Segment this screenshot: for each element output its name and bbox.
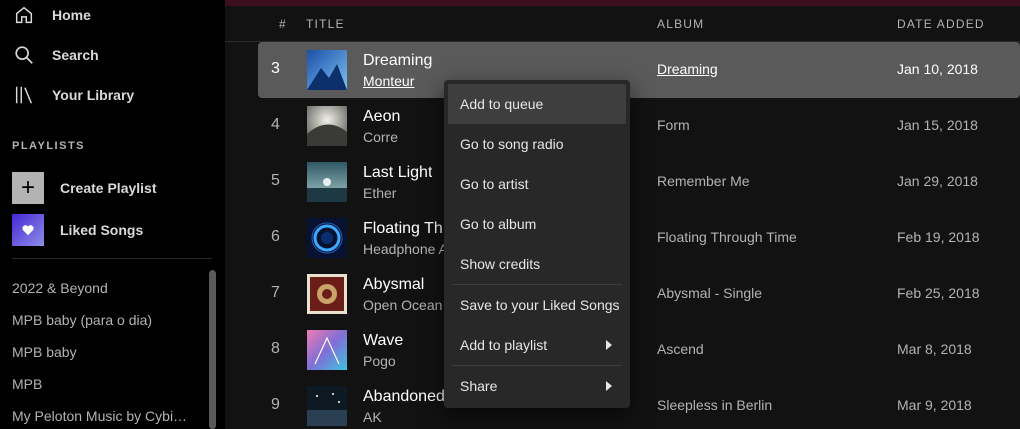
- playlist-item[interactable]: My Peloton Music by Cybi…: [12, 408, 202, 424]
- track-artist-link[interactable]: Headphone A: [363, 241, 448, 257]
- track-artist-link[interactable]: Corre: [363, 129, 398, 145]
- menu-add-to-playlist[interactable]: Add to playlist: [448, 325, 626, 365]
- album-art: [307, 274, 347, 314]
- menu-add-to-queue[interactable]: Add to queue: [448, 84, 626, 124]
- album-art: [307, 330, 347, 370]
- header-date-added[interactable]: DATE ADDED: [897, 17, 985, 31]
- track-title: Wave: [363, 332, 404, 349]
- track-artist-link[interactable]: Ether: [363, 185, 396, 201]
- heart-icon: [12, 214, 44, 246]
- tracklist-header: # TITLE ALBUM DATE ADDED: [225, 6, 1020, 42]
- menu-add-to-playlist-label: Add to playlist: [460, 337, 548, 353]
- search-icon: [12, 43, 36, 67]
- playlist-item[interactable]: MPB baby: [12, 344, 202, 360]
- album-art: [307, 386, 347, 426]
- track-number: 5: [271, 172, 280, 189]
- track-artist-link[interactable]: Monteur: [363, 73, 414, 89]
- track-album-link[interactable]: Dreaming: [657, 61, 718, 77]
- menu-go-to-album[interactable]: Go to album: [448, 204, 626, 244]
- album-art: [307, 218, 347, 258]
- library-icon: [12, 83, 36, 107]
- track-date-added: Jan 29, 2018: [897, 173, 978, 189]
- header-album[interactable]: ALBUM: [657, 17, 704, 31]
- sidebar-scrollbar[interactable]: [209, 270, 216, 429]
- track-date-added: Jan 10, 2018: [897, 61, 978, 77]
- track-row[interactable]: 4 Aeon Corre Form Jan 15, 2018: [258, 98, 1020, 154]
- track-artist-link[interactable]: Open Ocean: [363, 297, 442, 313]
- context-menu: Add to queue Go to song radio Go to arti…: [444, 80, 630, 408]
- chevron-right-icon: [606, 340, 612, 350]
- menu-add-to-queue-label: Add to queue: [460, 96, 544, 112]
- sidebar: Home Search Your Library PLAYLISTS + Cre…: [0, 0, 225, 429]
- create-playlist-button[interactable]: + Create Playlist: [12, 172, 157, 204]
- track-row[interactable]: 6 Floating Th Headphone A Floating Throu…: [258, 210, 1020, 266]
- track-number: 3: [271, 60, 280, 77]
- chevron-right-icon: [606, 381, 612, 391]
- album-art: [307, 50, 347, 90]
- create-playlist-label: Create Playlist: [60, 180, 157, 196]
- track-number: 9: [271, 396, 280, 413]
- track-row[interactable]: 5 Last Light Ether Remember Me Jan 29, 2…: [258, 154, 1020, 210]
- track-artist-link[interactable]: AK: [363, 409, 382, 425]
- track-title: Abandoned: [363, 388, 445, 405]
- track-artist-link[interactable]: Pogo: [363, 353, 396, 369]
- track-number: 7: [271, 284, 280, 301]
- menu-save-to-liked-songs-label: Save to your Liked Songs: [460, 297, 620, 313]
- track-row[interactable]: 8 Wave Pogo Ascend Mar 8, 2018: [258, 322, 1020, 378]
- track-row[interactable]: 7 Abysmal Open Ocean Abysmal - Single Fe…: [258, 266, 1020, 322]
- track-row-active[interactable]: 3 Dreaming Monteur Dreaming Jan 10, 2018: [258, 42, 1020, 98]
- nav-search-label: Search: [52, 47, 99, 63]
- playlist-item[interactable]: MPB baby (para o dia): [12, 312, 202, 328]
- track-album-link[interactable]: Remember Me: [657, 173, 750, 189]
- track-date-added: Jan 15, 2018: [897, 117, 978, 133]
- track-album-link[interactable]: Ascend: [657, 341, 704, 357]
- track-title: Abysmal: [363, 276, 425, 293]
- track-date-added: Feb 25, 2018: [897, 285, 980, 301]
- menu-show-credits[interactable]: Show credits: [448, 244, 626, 284]
- menu-show-credits-label: Show credits: [460, 256, 541, 272]
- track-number: 4: [271, 116, 280, 133]
- nav-search[interactable]: Search: [12, 41, 99, 69]
- menu-go-to-song-radio-label: Go to song radio: [460, 136, 564, 152]
- menu-go-to-album-label: Go to album: [460, 216, 537, 232]
- playlists-heading: PLAYLISTS: [12, 140, 85, 152]
- liked-songs-button[interactable]: Liked Songs: [12, 214, 143, 246]
- track-album-link[interactable]: Abysmal - Single: [657, 285, 762, 301]
- track-number: 6: [271, 228, 280, 245]
- track-date-added: Mar 9, 2018: [897, 397, 972, 413]
- track-album-link[interactable]: Form: [657, 117, 690, 133]
- nav-home-label: Home: [52, 7, 91, 23]
- header-num: #: [279, 17, 287, 31]
- menu-go-to-song-radio[interactable]: Go to song radio: [448, 124, 626, 164]
- track-title: Last Light: [363, 164, 433, 181]
- menu-go-to-artist[interactable]: Go to artist: [448, 164, 626, 204]
- track-date-added: Feb 19, 2018: [897, 229, 980, 245]
- menu-go-to-artist-label: Go to artist: [460, 176, 529, 192]
- sidebar-divider: [12, 258, 212, 259]
- album-art: [307, 106, 347, 146]
- nav-library-label: Your Library: [52, 87, 135, 103]
- playlist-item[interactable]: 2022 & Beyond: [12, 280, 202, 296]
- track-date-added: Mar 8, 2018: [897, 341, 972, 357]
- track-title: Dreaming: [363, 52, 433, 69]
- home-icon: [12, 3, 36, 27]
- nav-home[interactable]: Home: [12, 1, 91, 29]
- track-title: Floating Th: [363, 220, 443, 237]
- playlist-item[interactable]: MPB: [12, 376, 202, 392]
- header-title[interactable]: TITLE: [306, 17, 345, 31]
- menu-share-label: Share: [460, 378, 498, 394]
- track-title: Aeon: [363, 108, 401, 125]
- album-art: [307, 162, 347, 202]
- nav-library[interactable]: Your Library: [12, 81, 134, 109]
- liked-songs-label: Liked Songs: [60, 222, 144, 238]
- menu-save-to-liked-songs[interactable]: Save to your Liked Songs: [448, 285, 626, 325]
- menu-share[interactable]: Share: [448, 366, 626, 406]
- track-album-link[interactable]: Sleepless in Berlin: [657, 397, 772, 413]
- track-number: 8: [271, 340, 280, 357]
- track-row[interactable]: 9 Abandoned AK Sleepless in Berlin Mar 9…: [258, 378, 1020, 429]
- track-album-link[interactable]: Floating Through Time: [657, 229, 797, 245]
- plus-icon: +: [12, 172, 44, 204]
